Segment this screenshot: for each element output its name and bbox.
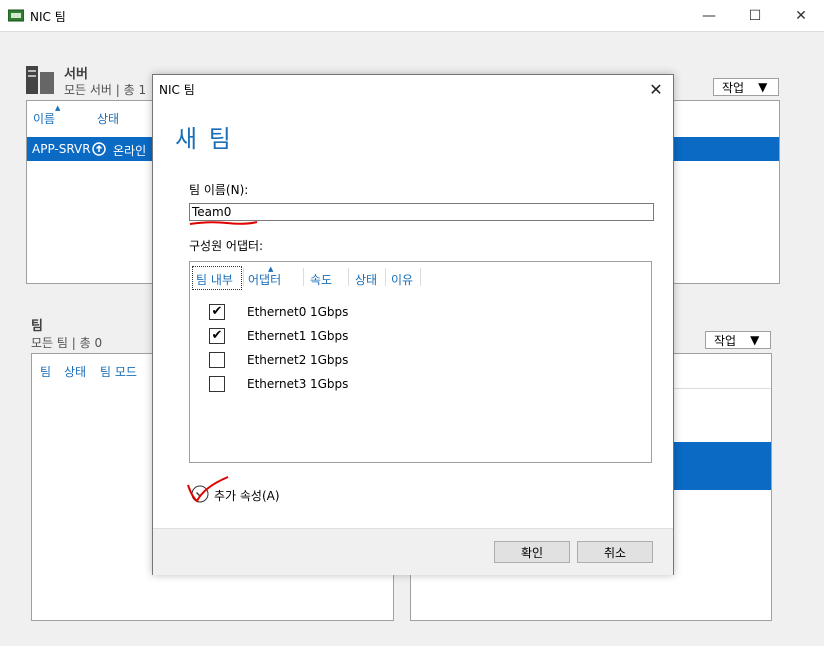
cancel-button-label: 취소 [603, 545, 627, 560]
column-adapter[interactable]: 어댑터 [248, 271, 281, 288]
column-separator [385, 268, 386, 286]
teams-subtitle: 모든 팀 | 총 0 [31, 336, 103, 350]
column-team-mode[interactable]: 팀 모드 [100, 363, 137, 380]
servers-subtitle: 모든 서버 | 총 1 [64, 83, 147, 97]
adapter-name: Ethernet1 [247, 329, 307, 343]
team-name-label: 팀 이름(N): [189, 183, 249, 197]
ok-button-label: 확인 [520, 545, 544, 560]
close-window-button[interactable]: ✕ [778, 0, 824, 31]
window-title: NIC 팀 [30, 10, 66, 24]
minimize-icon: — [702, 7, 716, 24]
server-name: APP-SRVR [32, 142, 91, 156]
checkmark-icon: ✔ [211, 304, 223, 319]
column-reason[interactable]: 이유 [391, 271, 413, 288]
chevron-down-icon: ▼ [750, 333, 760, 347]
selected-adapter-row[interactable] [673, 442, 771, 490]
title-bar: NIC 팀 — ☐ ✕ [0, 0, 824, 31]
close-icon: ✕ [649, 79, 663, 99]
adapter-row[interactable]: Ethernet2 1Gbps [190, 350, 651, 374]
column-team[interactable]: 팀 [40, 363, 51, 380]
ok-button[interactable]: 확인 [494, 541, 570, 563]
checkmark-icon: ✔ [211, 328, 223, 343]
server-icon [26, 66, 54, 94]
sort-ascending-icon: ▲ [55, 104, 61, 112]
servers-title: 서버 [64, 67, 88, 82]
sort-ascending-icon: ▲ [268, 265, 274, 273]
adapter-speed: 1Gbps [310, 377, 349, 391]
adapter-name: Ethernet3 [247, 377, 307, 391]
column-speed[interactable]: 속도 [310, 271, 332, 288]
column-status[interactable]: 상태 [97, 110, 119, 127]
adapter-checkbox[interactable] [209, 376, 225, 392]
member-adapters-label: 구성원 어댑터: [189, 239, 264, 253]
dialog-close-button[interactable]: ✕ [645, 78, 667, 100]
minimize-button[interactable]: — [686, 0, 732, 31]
servers-task-label: 작업 [722, 80, 745, 95]
adapter-checkbox[interactable]: ✔ [209, 304, 225, 320]
online-status-icon [92, 142, 106, 156]
servers-task-button[interactable]: 작업 ▼ [713, 78, 779, 96]
column-in-team[interactable]: 팀 내부 [196, 271, 233, 288]
dialog-heading: 새 팀 [175, 125, 233, 153]
column-separator [420, 268, 421, 286]
maximize-button[interactable]: ☐ [732, 0, 778, 31]
column-team-status[interactable]: 상태 [64, 363, 86, 380]
teams-task-button[interactable]: 작업 ▼ [705, 331, 771, 349]
chevron-down-icon: ▼ [758, 80, 768, 94]
adapter-name: Ethernet2 [247, 353, 307, 367]
cancel-button[interactable]: 취소 [577, 541, 653, 563]
adapter-row[interactable]: ✔ Ethernet1 1Gbps [190, 326, 651, 350]
adapter-checkbox[interactable]: ✔ [209, 328, 225, 344]
column-separator [303, 268, 304, 286]
column-separator [348, 268, 349, 286]
adapter-speed: 1Gbps [310, 353, 349, 367]
server-status: 온라인 [113, 144, 147, 158]
column-separator [243, 268, 244, 286]
member-adapters-list[interactable]: 팀 내부 어댑터 ▲ 속도 상태 이유 ✔ Ethernet0 1Gbps ✔ … [189, 261, 652, 463]
adapter-row[interactable]: Ethernet3 1Gbps [190, 374, 651, 398]
adapter-checkbox[interactable] [209, 352, 225, 368]
column-name[interactable]: 이름 [33, 110, 55, 127]
adapter-speed: 1Gbps [310, 305, 349, 319]
dialog-footer: 확인 취소 [153, 528, 673, 575]
dialog-title: NIC 팀 [159, 83, 195, 97]
red-checkmark-annotation [187, 476, 229, 503]
nic-team-app-icon [8, 9, 24, 22]
close-icon: ✕ [795, 7, 807, 24]
teams-title: 팀 [31, 319, 43, 334]
maximize-icon: ☐ [748, 7, 762, 24]
new-team-dialog: NIC 팀 ✕ 새 팀 팀 이름(N): Team0 구성원 어댑터: 팀 내부… [152, 74, 674, 575]
teams-task-label: 작업 [714, 333, 737, 348]
adapter-name: Ethernet0 [247, 305, 307, 319]
column-state[interactable]: 상태 [355, 271, 377, 288]
red-underline-annotation [189, 221, 258, 225]
adapter-row[interactable]: ✔ Ethernet0 1Gbps [190, 302, 651, 326]
adapter-speed: 1Gbps [310, 329, 349, 343]
